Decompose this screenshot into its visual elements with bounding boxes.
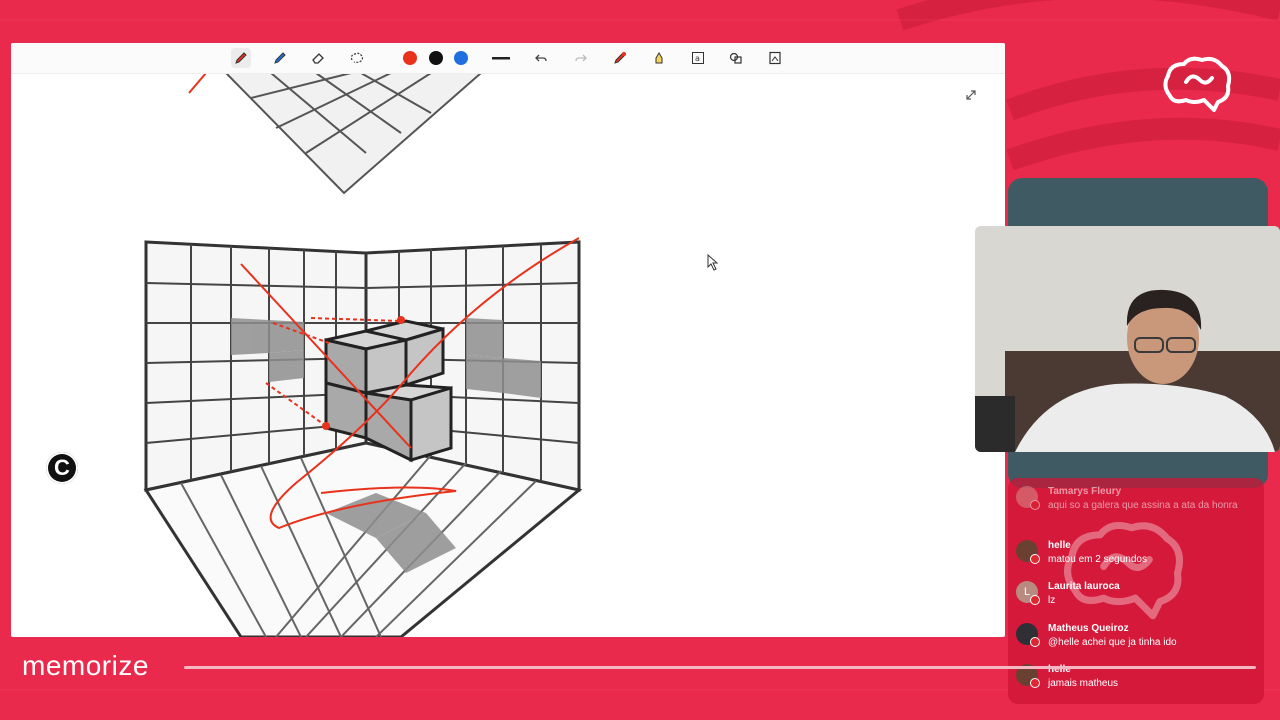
highlighter-icon[interactable] [649,48,669,68]
eraser-icon[interactable] [308,48,328,68]
pencil-icon[interactable] [231,48,251,68]
drawing-toolbar: a [11,43,1005,74]
color-black-swatch[interactable] [429,51,443,65]
avatar: L [1016,581,1040,605]
color-red-swatch[interactable] [403,51,417,65]
avatar [1016,486,1040,510]
undo-icon[interactable] [531,48,551,68]
expand-icon[interactable] [963,87,979,103]
text-icon[interactable]: a [688,48,708,68]
shapes-icon[interactable] [726,48,746,68]
brain-watermark-icon [1064,522,1183,620]
redo-icon[interactable] [571,48,591,68]
lasso-icon[interactable] [347,48,367,68]
perspective-drawing [143,72,719,637]
svg-text:a: a [695,54,700,63]
laser-pointer-icon[interactable] [610,48,630,68]
chat-text: jamais matheus [1048,678,1119,689]
chat-author: Tamarys Fleury [1048,486,1122,497]
brain-logo-icon [1163,56,1232,112]
chat-text: @helle achei que ja tinha ido [1048,637,1177,648]
webcam-feed [975,226,1280,452]
color-blue-swatch[interactable] [454,51,468,65]
brand-wordmark: memorize [22,650,149,681]
avatar [1016,540,1040,564]
avatar [1016,623,1040,647]
image-icon[interactable] [765,48,785,68]
stroke-width-icon[interactable] [491,48,511,68]
marker-icon[interactable] [270,48,290,68]
chat-text: aqui so a galera que assina a ata da hon… [1048,500,1238,511]
section-badge: C [46,452,78,484]
chat-author: Matheus Queiroz [1048,623,1129,634]
whiteboard[interactable]: a C [11,43,1005,637]
progress-line [184,666,1256,669]
